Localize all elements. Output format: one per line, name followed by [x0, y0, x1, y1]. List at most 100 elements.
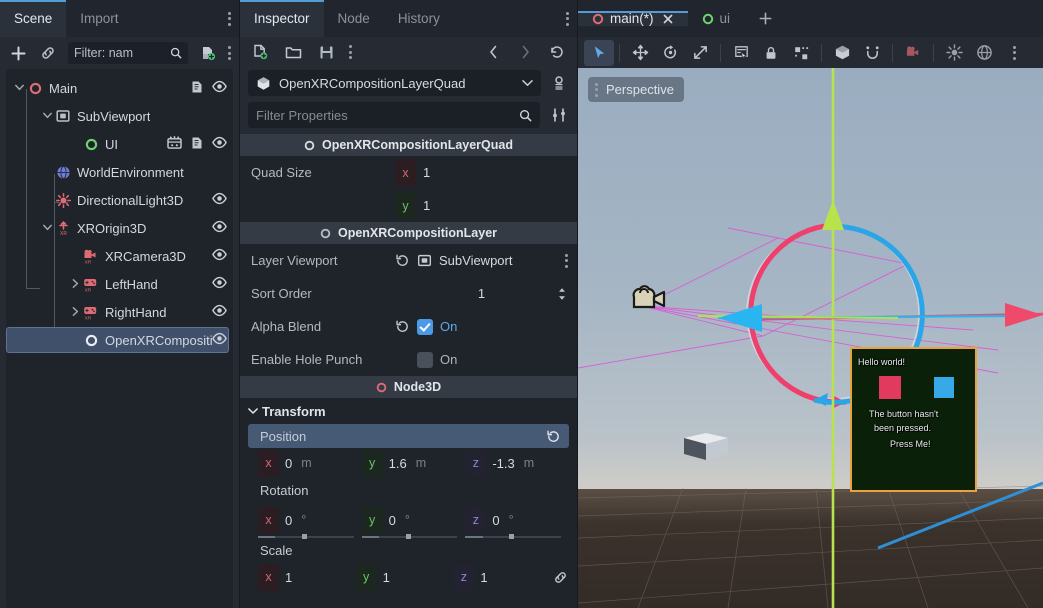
scene-tree[interactable]: MainSubViewportUIWorldEnvironmentDirecti…	[6, 69, 233, 608]
view-options-button[interactable]	[999, 40, 1029, 66]
position-x-field[interactable]: x 0 m	[258, 450, 362, 477]
scale-subheader[interactable]: Scale	[248, 538, 569, 562]
property-sort-order[interactable]: Sort Order 1	[240, 277, 577, 310]
position-y-field[interactable]: y 1.6 m	[362, 450, 466, 477]
snap-button[interactable]	[857, 40, 887, 66]
scale-y-field[interactable]: y 1	[356, 564, 454, 591]
visibility-icon[interactable]	[212, 248, 227, 264]
scene-tree-item-xrcamera3d[interactable]: XRXRCamera3D	[6, 242, 233, 270]
property-quad-size-x[interactable]: Quad Size x 1	[240, 156, 577, 189]
folder-open-icon[interactable]	[283, 42, 303, 62]
inspector-dock-menu-icon[interactable]	[566, 0, 569, 37]
position-vector-row[interactable]: x 0 m y 1.6 m z -1.3 m	[240, 448, 577, 478]
scene-tree-menu-icon[interactable]	[228, 43, 231, 63]
scene-tree-item-ui[interactable]: UI	[6, 130, 233, 158]
scene-tree-item-subviewport[interactable]: SubViewport	[6, 102, 233, 130]
add-node-button[interactable]	[8, 43, 28, 63]
rotation-z-field[interactable]: z 0 °	[465, 507, 569, 534]
scene-tree-item-main[interactable]: Main	[6, 74, 233, 102]
select-mode-button[interactable]	[584, 40, 614, 66]
layer-viewport-menu-icon[interactable]	[565, 251, 568, 271]
link-icon[interactable]	[38, 43, 58, 63]
quad-press-me-button[interactable]: Press Me!	[890, 439, 931, 449]
visibility-icon[interactable]	[212, 80, 227, 96]
rotation-x-slider[interactable]	[258, 536, 354, 538]
close-icon[interactable]	[662, 13, 674, 25]
property-tools-icon[interactable]	[549, 105, 569, 125]
history-icon[interactable]	[547, 42, 567, 62]
tree-twist-icon[interactable]	[68, 307, 82, 318]
visibility-icon[interactable]	[212, 220, 227, 236]
rotation-z-slider[interactable]	[465, 536, 561, 538]
scene-dock-menu-icon[interactable]	[228, 0, 231, 37]
tree-twist-icon[interactable]	[68, 279, 82, 290]
position-z-field[interactable]: z -1.3 m	[465, 450, 569, 477]
visibility-icon[interactable]	[212, 332, 227, 348]
visibility-icon[interactable]	[212, 276, 227, 292]
environment-button[interactable]	[969, 40, 999, 66]
tree-twist-icon[interactable]	[40, 111, 54, 121]
scale-vector-row[interactable]: x 1 y 1 z 1	[240, 562, 577, 592]
save-icon[interactable]	[316, 42, 336, 62]
tab-import[interactable]: Import	[66, 0, 132, 37]
scale-x-field[interactable]: x 1	[258, 564, 356, 591]
script-icon[interactable]	[190, 136, 204, 153]
alpha-blend-checkbox[interactable]	[417, 319, 433, 335]
property-list[interactable]: OpenXRCompositionLayerQuad Quad Size x 1…	[240, 134, 577, 608]
property-enable-hole-punch[interactable]: Enable Hole Punch On	[240, 343, 577, 376]
filter-properties-input[interactable]: Filter Properties	[248, 102, 540, 128]
new-resource-icon[interactable]	[250, 42, 270, 62]
tab-node[interactable]: Node	[324, 0, 384, 37]
scale-z-field[interactable]: z 1	[453, 564, 551, 591]
3d-viewport[interactable]: Perspective Hello world! The button hasn…	[578, 68, 1043, 608]
sun-preview-button[interactable]	[939, 40, 969, 66]
object-type-field[interactable]: OpenXRCompositionLayerQuad	[248, 70, 541, 96]
tab-inspector[interactable]: Inspector	[240, 0, 324, 37]
inspector-menu-icon[interactable]	[349, 42, 352, 62]
property-quad-size-y[interactable]: y 1	[240, 189, 577, 222]
script-icon[interactable]	[190, 80, 204, 97]
rotation-y-slider[interactable]	[362, 536, 458, 538]
theme-icon[interactable]	[167, 136, 182, 152]
rotation-subheader[interactable]: Rotation	[248, 478, 569, 502]
scene-tree-item-openxrcompositi-[interactable]: OpenXRCompositi...	[6, 326, 233, 354]
visibility-icon[interactable]	[212, 192, 227, 208]
position-subheader[interactable]: Position	[248, 424, 569, 448]
scene-tree-item-lefthand[interactable]: XRLeftHand	[6, 270, 233, 298]
scale-mode-button[interactable]	[685, 40, 715, 66]
rotation-vector-row[interactable]: x 0 ° y 0 ° z 0 °	[240, 502, 577, 538]
scene-filter-input[interactable]: Filter: nam	[68, 42, 188, 64]
rotation-y-field[interactable]: y 0 °	[362, 507, 466, 534]
kebab-menu-icon[interactable]	[595, 82, 598, 98]
scene-tab-ui[interactable]: ui	[688, 11, 745, 26]
open-docs-icon[interactable]	[549, 73, 569, 93]
add-scene-tab-button[interactable]	[744, 11, 787, 26]
scene-tab-main[interactable]: main(*)	[578, 11, 688, 26]
link-ratio-icon[interactable]	[551, 567, 569, 587]
property-alpha-blend[interactable]: Alpha Blend On	[240, 310, 577, 343]
tab-scene[interactable]: Scene	[0, 0, 66, 37]
camera-preview-button[interactable]	[898, 40, 928, 66]
rotation-x-field[interactable]: x 0 °	[258, 507, 362, 534]
scene-tree-item-directionallight3d[interactable]: DirectionalLight3D	[6, 186, 233, 214]
tree-twist-icon[interactable]	[12, 83, 26, 93]
transform-section-header[interactable]: Transform	[240, 398, 577, 424]
visibility-icon[interactable]	[212, 136, 227, 152]
layer-viewport-value-chip[interactable]: SubViewport	[417, 253, 512, 268]
hole-punch-checkbox[interactable]	[417, 352, 433, 368]
openxr-quad-panel[interactable]: Hello world! The button hasn't been pres…	[850, 347, 977, 492]
chevron-left-icon[interactable]	[483, 42, 503, 62]
perspective-menu[interactable]: Perspective	[588, 77, 684, 102]
create-node-icon[interactable]	[198, 43, 218, 63]
chevron-right-icon[interactable]	[515, 42, 535, 62]
property-layer-viewport[interactable]: Layer Viewport SubViewport	[240, 244, 577, 277]
scene-tree-item-worldenvironment[interactable]: WorldEnvironment	[6, 158, 233, 186]
scene-tree-item-xrorigin3d[interactable]: XRXROrigin3D	[6, 214, 233, 242]
rotate-mode-button[interactable]	[655, 40, 685, 66]
lock-button[interactable]	[756, 40, 786, 66]
tab-history[interactable]: History	[384, 0, 454, 37]
visibility-icon[interactable]	[212, 304, 227, 320]
tree-twist-icon[interactable]	[40, 223, 54, 233]
list-select-button[interactable]	[726, 40, 756, 66]
move-mode-button[interactable]	[625, 40, 655, 66]
